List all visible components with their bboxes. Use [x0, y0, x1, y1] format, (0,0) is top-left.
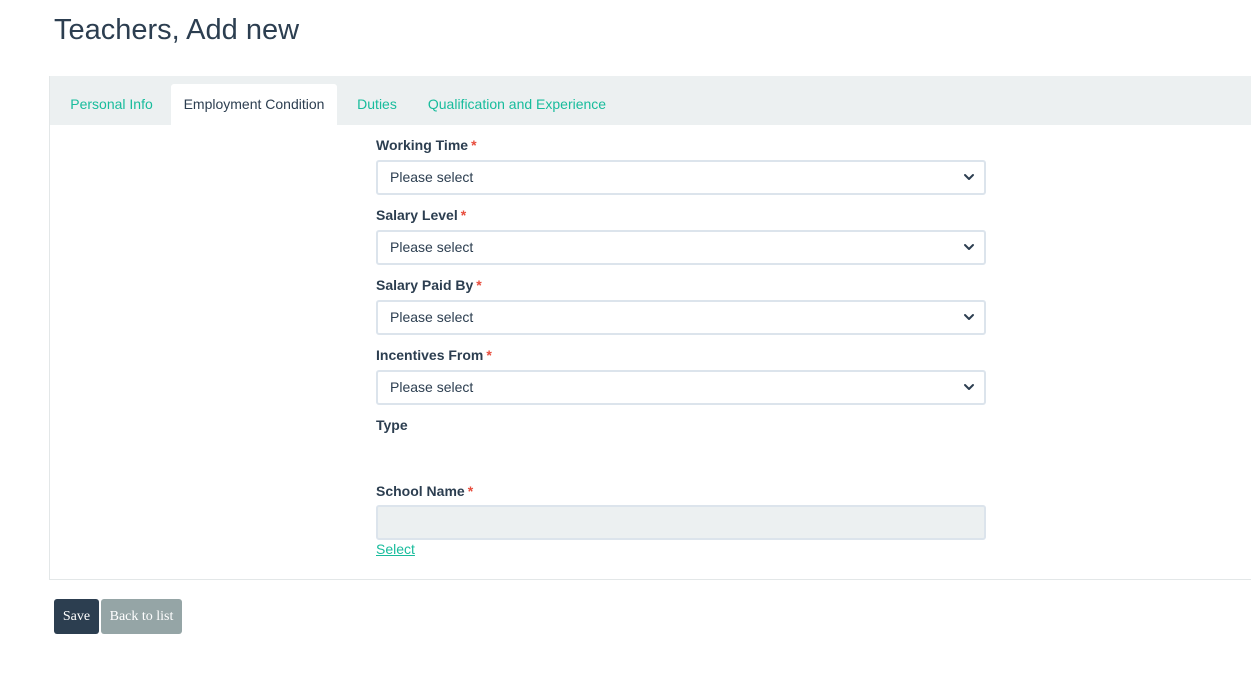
chevron-down-icon [964, 314, 974, 320]
required-marker: * [467, 483, 474, 499]
required-marker: * [471, 137, 477, 153]
required-marker: * [476, 277, 482, 293]
chevron-down-icon [964, 174, 974, 180]
tab-duties[interactable]: Duties [344, 84, 410, 125]
salary-paid-by-label: Salary Paid By * [376, 276, 482, 294]
required-marker: * [486, 347, 492, 363]
working-time-select[interactable]: Please select [376, 160, 986, 195]
salary-level-label-text: Salary Level [376, 207, 458, 223]
salary-level-value: Please select [390, 239, 474, 255]
salary-level-label: Salary Level * [376, 206, 466, 224]
working-time-value: Please select [390, 169, 474, 185]
tab-employment-condition[interactable]: Employment Condition [171, 84, 337, 125]
incentives-from-label: Incentives From * [376, 346, 492, 364]
select-school-link[interactable]: Select [376, 540, 415, 558]
required-marker: * [460, 207, 467, 223]
salary-level-select[interactable]: Please select [376, 230, 986, 265]
incentives-from-select[interactable]: Please select [376, 370, 986, 405]
salary-paid-by-value: Please select [390, 309, 474, 325]
working-time-label: Working Time * [376, 136, 477, 154]
save-button[interactable]: Save [54, 599, 99, 634]
incentives-from-value: Please select [390, 379, 474, 395]
salary-paid-by-select[interactable]: Please select [376, 300, 986, 335]
back-to-list-button[interactable]: Back to list [101, 599, 182, 634]
tab-bar: Personal Info Employment Condition Dutie… [50, 76, 1251, 125]
incentives-from-label-text: Incentives From [376, 347, 484, 363]
salary-paid-by-label-text: Salary Paid By [376, 277, 474, 293]
tab-qualification-experience[interactable]: Qualification and Experience [422, 84, 612, 125]
tab-personal-info[interactable]: Personal Info [58, 84, 165, 125]
school-name-label: School Name * [376, 482, 473, 500]
chevron-down-icon [964, 384, 974, 390]
school-name-label-text: School Name [376, 483, 465, 499]
type-label: Type [376, 417, 408, 433]
chevron-down-icon [964, 244, 974, 250]
school-name-input [376, 505, 986, 540]
page-title: Teachers, Add new [54, 14, 300, 46]
working-time-label-text: Working Time [376, 137, 469, 153]
